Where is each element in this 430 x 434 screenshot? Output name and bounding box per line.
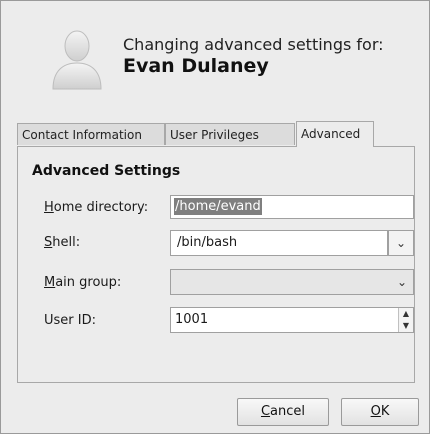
chevron-up-icon[interactable]: ▲ <box>399 308 413 320</box>
chevron-down-icon[interactable]: ⌄ <box>388 230 414 256</box>
shell-label: Shell: <box>44 235 81 250</box>
home-directory-input[interactable]: /home/evand <box>170 195 414 219</box>
tab-contact-information[interactable]: Contact Information <box>17 123 165 145</box>
cancel-button[interactable]: Cancel <box>237 398 329 426</box>
dialog-header: Changing advanced settings for: Evan Dul… <box>1 1 429 119</box>
tab-advanced[interactable]: Advanced <box>296 121 374 147</box>
tab-user-privileges[interactable]: User Privileges <box>165 123 295 145</box>
spin-buttons[interactable]: ▲ ▼ <box>398 308 413 332</box>
user-silhouette-icon <box>52 30 102 90</box>
user-id-label: User ID: <box>44 313 96 328</box>
user-id-value: 1001 <box>175 312 209 327</box>
user-id-spinner[interactable]: 1001 ▲ ▼ <box>170 307 414 333</box>
advanced-panel: Advanced Settings Home directory: /home/… <box>17 146 415 383</box>
header-subtitle: Changing advanced settings for: <box>123 35 384 54</box>
dialog-window: Changing advanced settings for: Evan Dul… <box>0 0 430 434</box>
header-user-name: Evan Dulaney <box>123 55 269 77</box>
home-directory-value: /home/evand <box>174 198 262 215</box>
shell-combo-entry[interactable]: /bin/bash <box>170 230 388 256</box>
chevron-down-icon[interactable]: ▼ <box>399 320 413 332</box>
ok-button[interactable]: OK <box>341 398 419 426</box>
main-group-label: Main group: <box>44 275 122 290</box>
home-directory-label: Home directory: <box>44 200 149 215</box>
section-title: Advanced Settings <box>32 163 181 179</box>
main-group-select[interactable]: ⌄ <box>170 269 414 295</box>
chevron-down-icon: ⌄ <box>396 275 407 289</box>
